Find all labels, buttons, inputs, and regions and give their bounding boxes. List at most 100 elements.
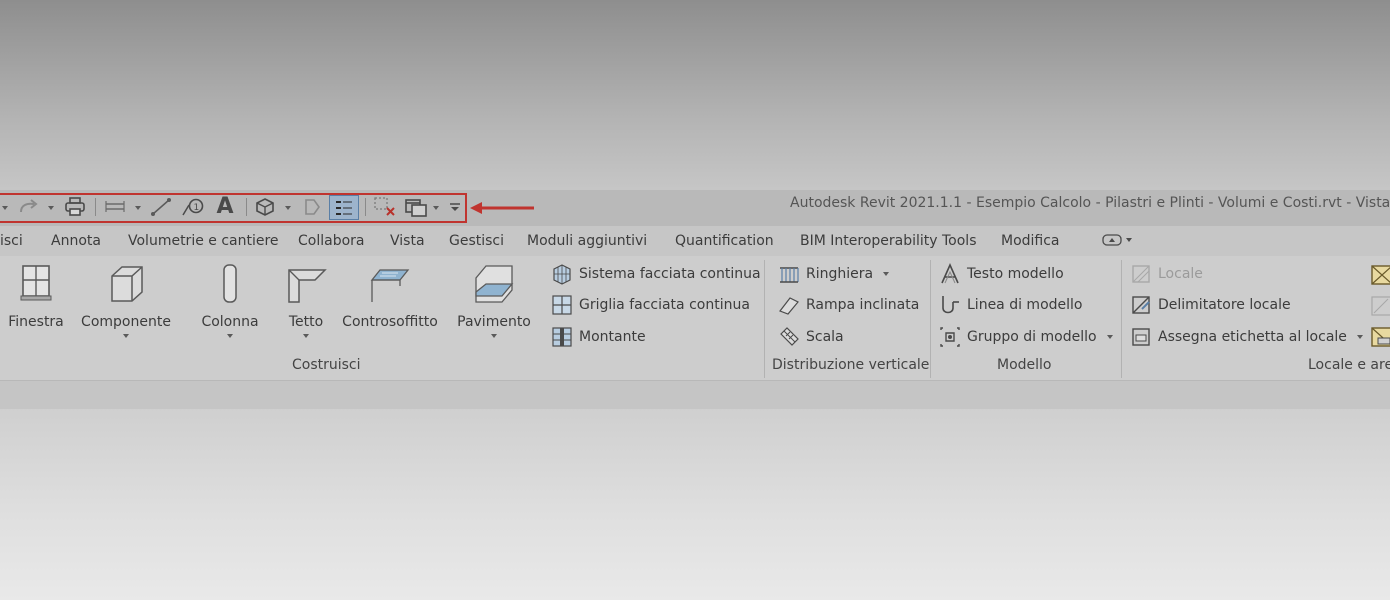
tetto-label: Tetto — [288, 314, 324, 330]
print-icon[interactable] — [62, 196, 88, 218]
panel-separator — [1121, 260, 1122, 378]
tab-volumetrie[interactable]: Volumetrie e cantiere — [128, 233, 279, 249]
tag-area-icon[interactable] — [1370, 326, 1390, 348]
assegna-etichetta-locale-button[interactable]: Assegna etichetta al locale — [1130, 325, 1363, 349]
scala-button[interactable]: Scala — [778, 325, 844, 349]
componente-dropdown-icon[interactable] — [123, 334, 129, 338]
griglia-facciata-continua-button[interactable]: Griglia facciata continua — [551, 293, 750, 317]
ramp-icon — [779, 297, 799, 315]
ceiling-icon — [370, 269, 410, 302]
testo-modello-label: Testo modello — [967, 266, 1064, 282]
undo-dropdown-icon[interactable] — [2, 206, 8, 210]
svg-text:1: 1 — [194, 203, 200, 213]
gruppo-di-modello-label: Gruppo di modello — [967, 329, 1097, 345]
locale-button[interactable]: Locale — [1130, 262, 1203, 286]
ribbon-options-dropdown-icon[interactable] — [1126, 238, 1132, 242]
componente-label: Componente — [81, 314, 171, 330]
3d-view-icon[interactable] — [252, 196, 278, 218]
redo-dropdown-icon[interactable] — [48, 206, 54, 210]
tab-gestisci[interactable]: Gestisci — [449, 233, 504, 249]
testo-modello-button[interactable]: Testo modello — [939, 262, 1064, 286]
pavimento-button[interactable]: Pavimento — [456, 262, 532, 338]
montante-button[interactable]: Montante — [551, 325, 646, 349]
distribuzione-panel-label: Distribuzione verticale — [772, 357, 930, 373]
finestra-button[interactable]: Finestra — [5, 262, 67, 330]
aligned-dimension-icon[interactable] — [102, 196, 128, 218]
tab-modifica[interactable]: Modifica — [1001, 233, 1060, 249]
workspace-background — [0, 408, 1390, 600]
mullion-icon — [552, 327, 572, 347]
measure-dropdown-icon[interactable] — [135, 206, 141, 210]
qat-separator — [365, 198, 366, 216]
floor-icon — [475, 265, 514, 303]
sistema-facciata-continua-button[interactable]: Sistema facciata continua — [551, 262, 761, 286]
qat-separator — [246, 198, 247, 216]
tab-moduli-aggiuntivi[interactable]: Moduli aggiuntivi — [527, 233, 647, 249]
tab-annota[interactable]: Annota — [51, 233, 101, 249]
controsoffitto-label: Controsoffitto — [342, 314, 438, 330]
tab-quantification[interactable]: Quantification — [675, 233, 774, 249]
railing-icon — [780, 267, 799, 283]
ringhiera-dropdown-icon[interactable] — [883, 272, 890, 276]
assegna-etichetta-locale-label: Assegna etichetta al locale — [1158, 329, 1347, 345]
window-icon — [20, 265, 52, 301]
area-icon[interactable] — [1370, 264, 1390, 286]
controsoffitto-button[interactable]: Controsoffitto — [340, 262, 440, 330]
tab-vista[interactable]: Vista — [390, 233, 425, 249]
panel-label-strip — [0, 380, 1390, 409]
close-hidden-windows-icon[interactable] — [372, 196, 398, 218]
gruppo-di-modello-dropdown-icon[interactable] — [1106, 335, 1113, 339]
ringhiera-button[interactable]: Ringhiera — [778, 262, 890, 286]
sistema-facciata-continua-label: Sistema facciata continua — [579, 266, 761, 282]
ribbon-toggle-icon — [1102, 234, 1122, 246]
text-icon[interactable]: A — [212, 194, 238, 219]
room-separator-icon — [1132, 296, 1150, 314]
tab-bim-interoperability[interactable]: BIM Interoperability Tools — [800, 233, 976, 249]
linea-di-modello-button[interactable]: Linea di modello — [939, 293, 1082, 317]
colonna-label: Colonna — [201, 314, 259, 330]
switch-windows-icon[interactable] — [403, 196, 429, 218]
tag-room-icon — [1132, 328, 1150, 346]
tetto-button[interactable]: Tetto — [285, 262, 327, 338]
section-icon[interactable] — [298, 196, 324, 218]
locale-label: Locale — [1158, 266, 1203, 282]
modello-panel-label: Modello — [997, 357, 1052, 373]
room-icon — [1132, 265, 1150, 283]
model-group-icon — [940, 327, 960, 347]
thin-lines-icon[interactable] — [329, 195, 359, 220]
3d-view-dropdown-icon[interactable] — [285, 206, 291, 210]
gruppo-di-modello-button[interactable]: Gruppo di modello — [939, 325, 1113, 349]
locale-panel-label: Locale e are — [1308, 357, 1390, 373]
pavimento-dropdown-icon[interactable] — [491, 334, 497, 338]
griglia-facciata-continua-label: Griglia facciata continua — [579, 297, 750, 313]
assegna-etichetta-dropdown-icon[interactable] — [1356, 335, 1363, 339]
linea-di-modello-label: Linea di modello — [967, 297, 1083, 313]
tab-collabora[interactable]: Collabora — [298, 233, 365, 249]
curtain-system-icon — [553, 264, 571, 285]
tab-costruisci[interactable]: isci — [0, 233, 23, 249]
tetto-dropdown-icon[interactable] — [303, 334, 309, 338]
delimitatore-locale-label: Delimitatore locale — [1158, 297, 1291, 313]
colonna-button[interactable]: Colonna — [198, 262, 262, 338]
tag-icon[interactable]: 1 — [180, 196, 206, 218]
ringhiera-label: Ringhiera — [806, 266, 874, 282]
customize-qat-icon[interactable] — [446, 196, 464, 218]
finestra-label: Finestra — [8, 314, 64, 330]
area-boundary-icon[interactable] — [1370, 295, 1390, 317]
colonna-dropdown-icon[interactable] — [227, 334, 233, 338]
qat-separator — [95, 198, 96, 216]
roof-icon — [288, 269, 327, 303]
measure-icon[interactable] — [148, 196, 174, 218]
pavimento-label: Pavimento — [457, 314, 531, 330]
delimitatore-locale-button[interactable]: Delimitatore locale — [1130, 293, 1291, 317]
highlight-arrow-icon — [470, 202, 534, 214]
ribbon-minimize-button[interactable] — [1102, 233, 1132, 247]
switch-windows-dropdown-icon[interactable] — [433, 206, 439, 210]
component-icon — [111, 266, 143, 302]
redo-icon[interactable] — [16, 196, 42, 218]
stair-icon — [780, 327, 799, 346]
column-icon — [223, 264, 237, 303]
panel-separator — [930, 260, 931, 378]
rampa-inclinata-button[interactable]: Rampa inclinata — [778, 293, 919, 317]
componente-button[interactable]: Componente — [78, 262, 174, 338]
